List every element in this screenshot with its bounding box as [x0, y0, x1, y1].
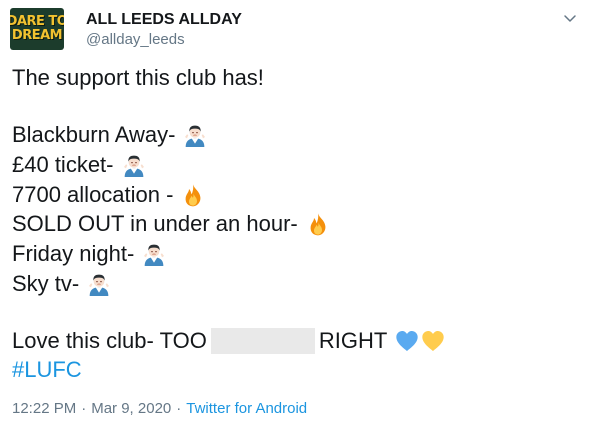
tweet-line-text: SOLD OUT in under an hour-: [12, 211, 298, 236]
tweet-line-text: £40 ticket-: [12, 152, 114, 177]
tweet-closing-text-before: Love this club- TOO: [12, 328, 207, 353]
tweet-line: Blackburn Away-: [12, 121, 207, 149]
tweet-closing-line: Love this club- TOO RIGHT: [12, 327, 445, 355]
tweet-hashtag-line: #LUFC: [12, 356, 82, 384]
man-shrugging-face-icon: [87, 272, 111, 296]
avatar-text-bottom: DREAM: [11, 28, 63, 43]
tweet-line-text: Blackburn Away-: [12, 122, 176, 147]
meta-separator: ·: [176, 400, 182, 417]
tweet-line-text: Friday night-: [12, 241, 135, 266]
tweet-line: 7700 allocation -: [12, 181, 205, 209]
redacted-word: [210, 328, 315, 354]
man-shrugging-face-icon: [183, 123, 207, 147]
tweet-metadata: 12:22 PM · Mar 9, 2020 · Twitter for And…: [12, 400, 307, 417]
man-shrugging-face-icon: [142, 242, 166, 266]
yellow-heart-icon: [421, 329, 445, 353]
tweet-date[interactable]: Mar 9, 2020: [91, 400, 171, 417]
tweet-time[interactable]: 12:22 PM: [12, 400, 76, 417]
author-handle[interactable]: @allday_leeds: [86, 31, 185, 48]
fire-icon: [181, 183, 205, 207]
tweet-card: DARE TO DREAM ALL LEEDS ALLDAY @allday_l…: [0, 0, 590, 431]
man-shrugging-face-icon: [122, 153, 146, 177]
tweet-line-text: Sky tv-: [12, 271, 80, 296]
tweet-line-text: 7700 allocation -: [12, 182, 174, 207]
meta-separator: ·: [81, 400, 87, 417]
tweet-line: Friday night-: [12, 240, 166, 268]
tweet-intro-text: The support this club has!: [12, 65, 264, 90]
avatar-text-top: DARE TO: [10, 14, 64, 29]
tweet-source-link[interactable]: Twitter for Android: [186, 400, 307, 417]
hashtag-link[interactable]: #LUFC: [12, 356, 82, 384]
tweet-text-intro: The support this club has!: [12, 64, 264, 92]
tweet-line: SOLD OUT in under an hour-: [12, 210, 330, 238]
blue-heart-icon: [395, 329, 419, 353]
tweet-line: Sky tv-: [12, 270, 111, 298]
author-display-name[interactable]: ALL LEEDS ALLDAY: [86, 11, 242, 29]
avatar[interactable]: DARE TO DREAM: [10, 8, 64, 50]
tweet-closing-text-after: RIGHT: [318, 328, 388, 353]
chevron-down-icon[interactable]: [561, 9, 579, 27]
tweet-line: £40 ticket-: [12, 151, 146, 179]
fire-icon: [306, 212, 330, 236]
